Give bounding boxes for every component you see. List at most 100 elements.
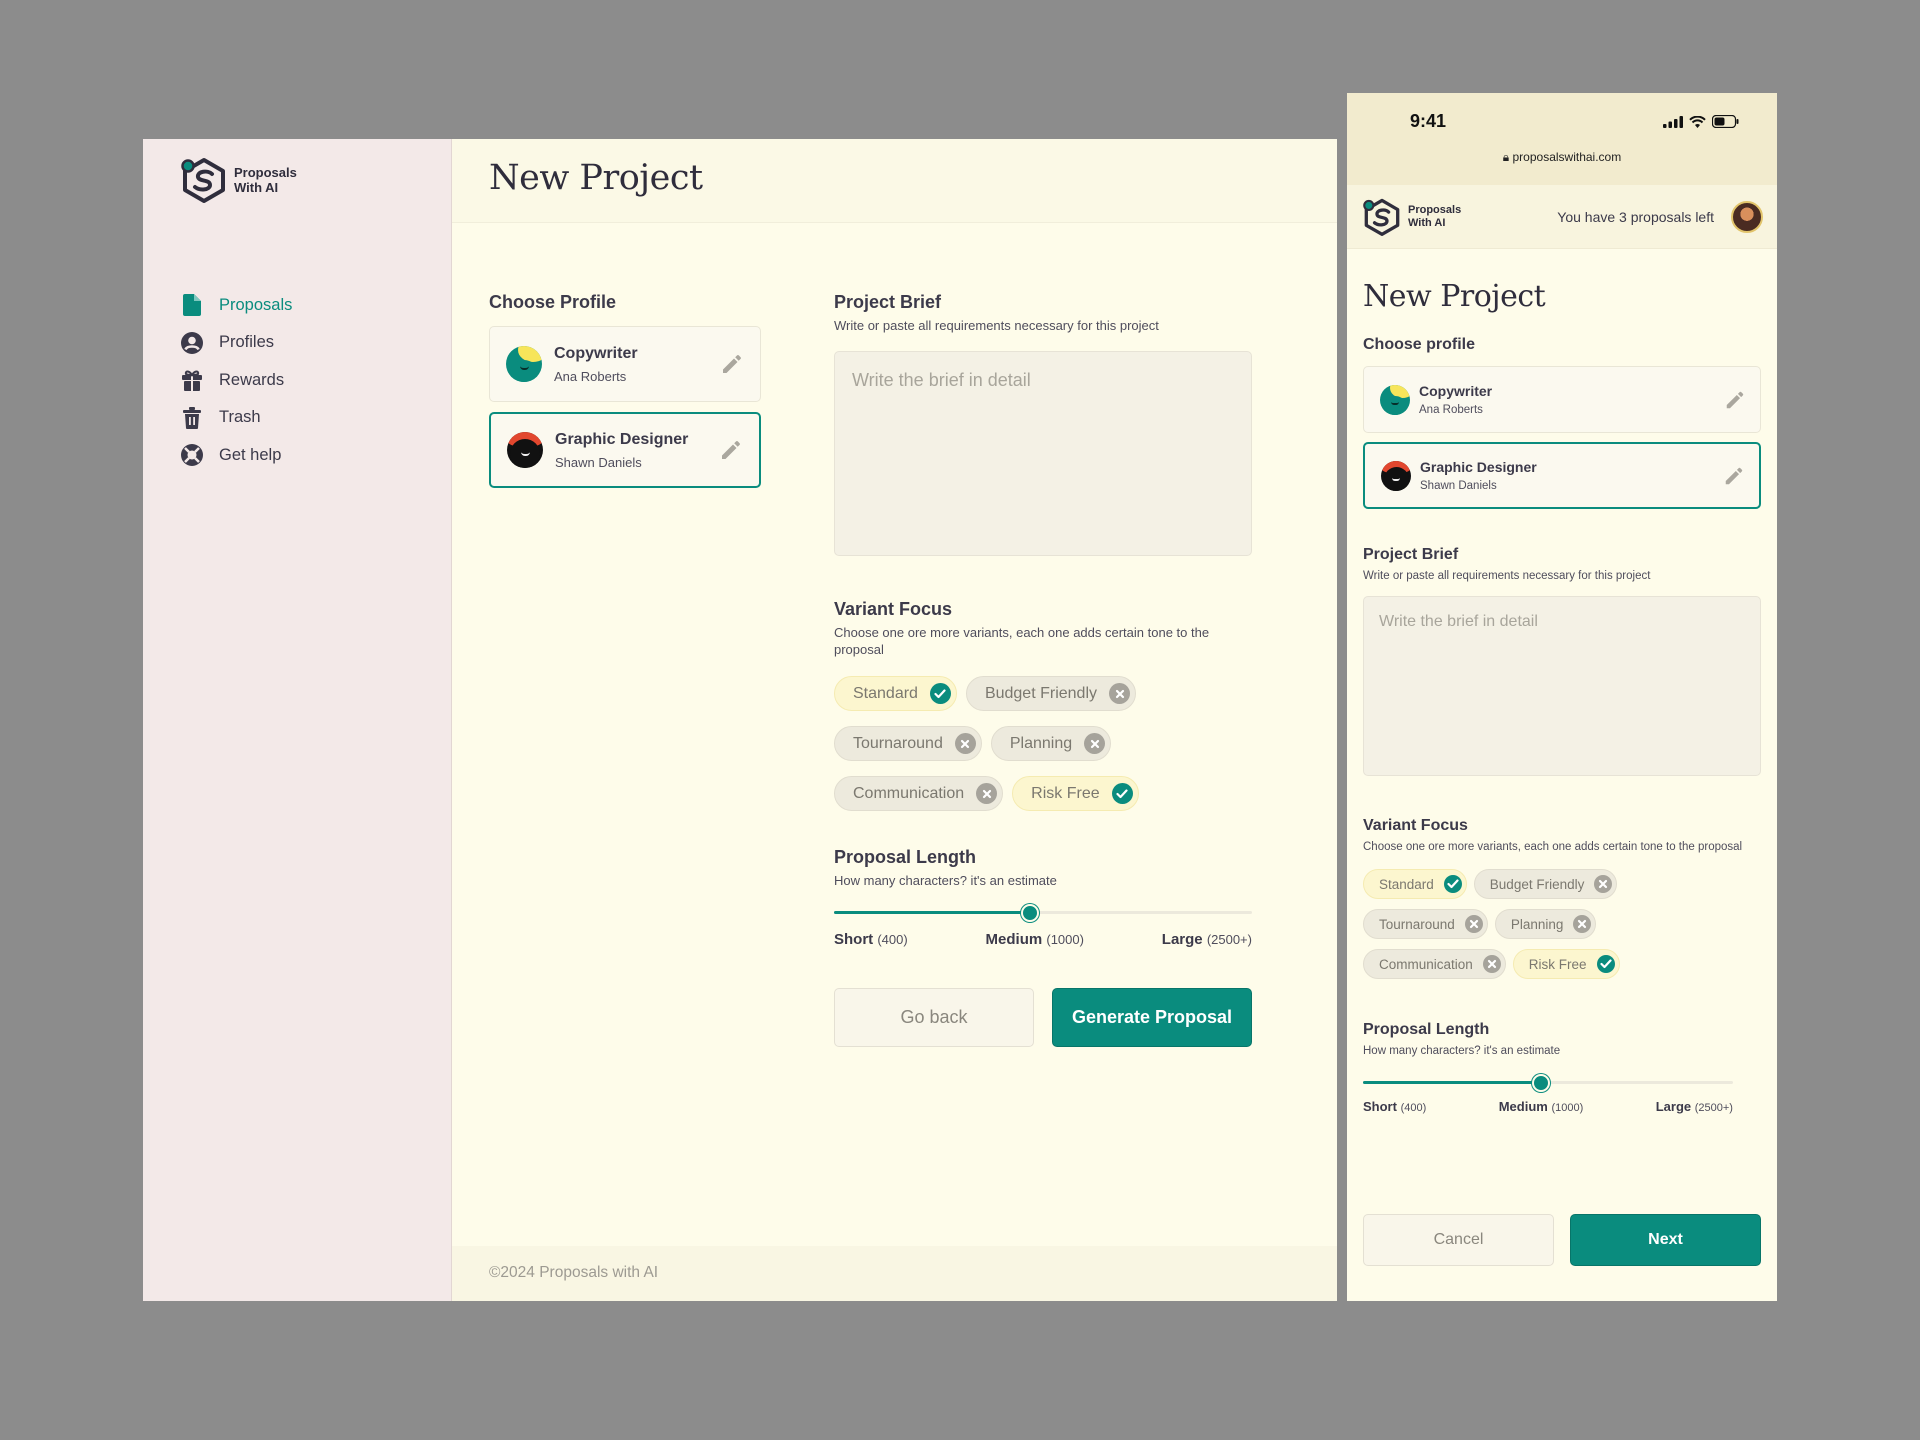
section-title: Project Brief	[834, 292, 942, 312]
section-title: Variant Focus	[834, 599, 953, 619]
chip-label: Risk Free	[1031, 784, 1100, 802]
variant-chip-budget-friendly[interactable]: Budget Friendly	[965, 676, 1136, 711]
sidebar-item-trash[interactable]: Trash	[181, 406, 292, 429]
chip-label: Planning	[1510, 916, 1564, 932]
generate-proposal-button[interactable]: Generate Proposal	[1052, 988, 1252, 1047]
lifebuoy-icon	[181, 444, 203, 466]
section-subtitle: How many characters? it's an estimate	[1363, 1045, 1561, 1057]
variant-chip-planning[interactable]: Planning	[990, 726, 1112, 761]
pencil-icon[interactable]	[720, 352, 744, 376]
variant-chip-budget-friendly[interactable]: Budget Friendly	[1473, 869, 1618, 899]
variant-chip-communication[interactable]: Communication	[1363, 949, 1506, 979]
section-title: Choose profile	[1363, 336, 1476, 353]
wifi-icon	[1689, 115, 1706, 128]
profile-card-graphic-designer[interactable]: Graphic Designer Shawn Daniels	[489, 412, 761, 488]
brand-logo[interactable]: Proposals With AI	[1362, 198, 1468, 236]
profile-card-graphic-designer[interactable]: Graphic Designer Shawn Daniels	[1363, 442, 1761, 509]
user-circle-icon	[181, 331, 203, 354]
mobile-form-actions: Cancel Next	[1363, 1214, 1761, 1266]
close-icon[interactable]	[1573, 915, 1592, 933]
slider-thumb[interactable]	[1021, 904, 1040, 922]
status-icons	[1663, 115, 1739, 128]
close-icon[interactable]	[1464, 915, 1483, 933]
slider-ticks: Short (400) Medium (1000) Large (2500+)	[1363, 1099, 1733, 1114]
browser-url[interactable]: 🔒︎ proposalswithai.com	[1347, 150, 1777, 165]
mobile-status-bar: 9:41 🔒︎ proposalswithai.com	[1347, 93, 1777, 185]
profile-card-text: Copywriter Ana Roberts	[1419, 383, 1492, 416]
close-icon[interactable]	[1594, 875, 1613, 893]
close-icon[interactable]	[976, 783, 998, 804]
sidebar-item-get-help[interactable]: Get help	[181, 444, 292, 466]
pencil-icon[interactable]	[719, 438, 743, 462]
variant-chip-planning[interactable]: Planning	[1494, 909, 1597, 939]
profile-card-text: Copywriter Ana Roberts	[554, 345, 638, 384]
check-icon[interactable]	[1111, 783, 1133, 804]
next-button[interactable]: Next	[1570, 1214, 1761, 1266]
project-brief-input[interactable]	[1363, 596, 1761, 776]
length-slider[interactable]	[1363, 1073, 1733, 1093]
variant-chip-communication[interactable]: Communication	[834, 776, 1004, 811]
variant-chip-group: Standard Budget Friendly Tournaround Planni…	[1363, 869, 1663, 979]
brand-logo[interactable]: Proposals With AI	[180, 157, 304, 203]
section-subtitle: Write or paste all requirements necessar…	[1363, 570, 1651, 582]
mobile-header: Proposals With AI You have 3 proposals l…	[1347, 185, 1777, 249]
chip-label: Risk Free	[1528, 956, 1587, 972]
project-form: Project Brief Write or paste all require…	[834, 292, 1252, 1047]
chip-label: Planning	[1009, 734, 1073, 752]
variant-chip-standard[interactable]: Standard	[834, 676, 957, 711]
section-subtitle: Write or paste all requirements necessar…	[834, 318, 1159, 333]
proposal-length-section: Proposal Length How many characters? it'…	[834, 847, 1252, 948]
status-time: 9:41	[1410, 111, 1447, 131]
variant-chip-tournaround[interactable]: Tournaround	[834, 726, 982, 761]
variant-chip-risk-free[interactable]: Risk Free	[1512, 949, 1620, 979]
avatar	[1381, 460, 1411, 491]
profile-card-copywriter[interactable]: Copywriter Ana Roberts	[1363, 366, 1761, 433]
chip-label: Communication	[1379, 956, 1473, 972]
choose-profile-section: Choose Profile Copywriter Ana Roberts Gr…	[489, 292, 761, 488]
close-icon[interactable]	[1084, 733, 1106, 754]
cellular-signal-icon	[1663, 115, 1683, 128]
sidebar-item-rewards[interactable]: Rewards	[181, 369, 292, 391]
variant-focus-section: Variant Focus Choose one ore more varian…	[834, 599, 1252, 811]
slider-fill	[834, 911, 1031, 914]
section-subtitle: Choose one ore more variants, each one a…	[834, 625, 1210, 657]
project-brief-input[interactable]	[834, 351, 1252, 556]
length-slider[interactable]	[834, 903, 1252, 923]
sidebar-item-profiles[interactable]: Profiles	[181, 331, 292, 354]
section-title: Proposal Length	[834, 847, 977, 867]
sidebar-item-label: Rewards	[219, 370, 285, 389]
section-title: Choose Profile	[489, 292, 617, 312]
avatar	[506, 346, 542, 382]
page-header: New Project	[452, 139, 1337, 223]
profile-card-copywriter[interactable]: Copywriter Ana Roberts	[489, 326, 761, 402]
close-icon[interactable]	[954, 733, 976, 754]
variant-chip-risk-free[interactable]: Risk Free	[1012, 776, 1139, 811]
check-icon[interactable]	[929, 683, 951, 704]
check-icon[interactable]	[1443, 875, 1462, 893]
proposals-left-text: You have 3 proposals left	[1557, 209, 1714, 225]
slider-thumb[interactable]	[1531, 1074, 1550, 1092]
tick-short: Short (400)	[1363, 1099, 1427, 1114]
close-icon[interactable]	[1482, 955, 1501, 973]
chip-label: Tournaround	[1379, 916, 1455, 932]
check-icon[interactable]	[1596, 955, 1615, 973]
pencil-icon[interactable]	[1724, 389, 1746, 411]
close-icon[interactable]	[1109, 683, 1130, 704]
variant-chip-tournaround[interactable]: Tournaround	[1363, 909, 1488, 939]
variant-chip-standard[interactable]: Standard	[1363, 869, 1467, 899]
pencil-icon[interactable]	[1723, 465, 1745, 487]
user-avatar[interactable]	[1731, 201, 1763, 233]
sidebar-item-label: Get help	[219, 445, 282, 464]
tick-medium: Medium (1000)	[985, 931, 1084, 948]
chip-label: Standard	[853, 684, 918, 702]
main-content: New Project Choose Profile Copywriter An…	[452, 139, 1337, 1301]
tick-medium: Medium (1000)	[1498, 1099, 1584, 1114]
sidebar-item-proposals[interactable]: Proposals	[181, 294, 292, 316]
section-subtitle: How many characters? it's an estimate	[834, 873, 1057, 888]
section-title: Proposal Length	[1363, 1021, 1490, 1038]
go-back-button[interactable]: Go back	[834, 988, 1034, 1047]
cancel-button[interactable]: Cancel	[1363, 1214, 1554, 1266]
profile-role: Graphic Designer	[555, 430, 689, 448]
battery-icon	[1712, 115, 1739, 128]
sidebar-item-label: Profiles	[219, 333, 275, 351]
